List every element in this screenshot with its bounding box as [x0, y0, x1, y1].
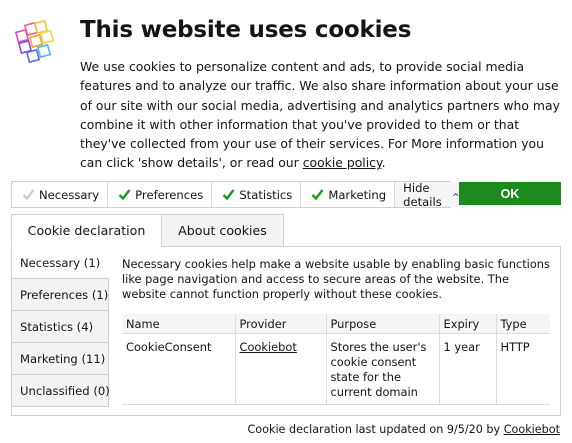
checkbox-necessary[interactable]: Necessary [12, 182, 109, 207]
footer-last-updated: Cookie declaration last updated on 9/5/2… [247, 423, 560, 436]
cookiebot-logo-icon [14, 19, 55, 64]
provider-link[interactable]: Cookiebot [240, 340, 297, 354]
intro-body: We use cookies to personalize content an… [80, 59, 560, 171]
sidebar-item-statistics[interactable]: Statistics (4) [12, 311, 109, 343]
checkbox-statistics[interactable]: Statistics [212, 182, 302, 207]
checkbox-label: Necessary [39, 187, 100, 202]
sidebar-item-marketing[interactable]: Marketing (11) [12, 343, 109, 375]
column-header-provider: Provider [235, 314, 327, 334]
cell-name: CookieConsent [122, 333, 236, 404]
hide-details-label: Hide details [403, 180, 442, 209]
chevron-up-icon [453, 192, 459, 197]
cookie-policy-link[interactable]: cookie policy [303, 155, 382, 170]
cell-provider: Cookiebot [235, 333, 327, 404]
page-title: This website uses cookies [80, 17, 412, 43]
tab-about-cookies[interactable]: About cookies [161, 214, 284, 247]
sidebar-item-necessary[interactable]: Necessary (1) [12, 247, 109, 279]
checkbox-label: Marketing [328, 187, 387, 202]
footer-text: Cookie declaration last updated on 9/5/2… [247, 423, 504, 436]
checkmark-icon [22, 189, 35, 201]
consent-checkbox-bar: Necessary Preferences Statistics Marketi… [11, 181, 467, 209]
table-bottom-divider [122, 404, 550, 405]
intro-suffix: . [381, 155, 386, 171]
tab-cookie-declaration[interactable]: Cookie declaration [11, 214, 162, 247]
column-header-name: Name [122, 314, 236, 334]
table-row: CookieConsent Cookiebot Stores the user'… [122, 333, 550, 404]
cookie-table: Name Provider Purpose Expiry Type Cookie… [122, 314, 550, 404]
checkbox-preferences[interactable]: Preferences [108, 182, 213, 207]
table-header-row: Name Provider Purpose Expiry Type [122, 314, 550, 334]
checkmark-icon [118, 189, 131, 201]
checkbox-label: Statistics [239, 187, 293, 202]
checkmark-icon [222, 189, 235, 201]
checkbox-marketing[interactable]: Marketing [301, 182, 396, 207]
ok-button[interactable]: OK [459, 182, 561, 205]
column-header-purpose: Purpose [326, 314, 440, 334]
cell-type: HTTP [496, 333, 550, 404]
cookie-declaration-panel: Necessary (1) Preferences (1) Statistics… [11, 246, 561, 416]
details-tabs: Cookie declaration About cookies [11, 214, 284, 247]
column-header-type: Type [496, 314, 550, 334]
category-content: Necessary cookies help make a website us… [122, 257, 550, 405]
cell-expiry: 1 year [439, 333, 497, 404]
checkbox-label: Preferences [135, 187, 204, 202]
intro-text: We use cookies to personalize content an… [80, 57, 566, 173]
cell-purpose: Stores the user's cookie consent state f… [326, 333, 440, 404]
hide-details-button[interactable]: Hide details [395, 180, 467, 209]
column-header-expiry: Expiry [439, 314, 497, 334]
cookiebot-link[interactable]: Cookiebot [504, 423, 560, 436]
checkmark-icon [311, 189, 324, 201]
sidebar-item-preferences[interactable]: Preferences (1) [12, 279, 109, 311]
category-description: Necessary cookies help make a website us… [122, 257, 550, 301]
category-sidebar: Necessary (1) Preferences (1) Statistics… [12, 247, 110, 407]
sidebar-item-unclassified[interactable]: Unclassified (0) [12, 375, 110, 407]
